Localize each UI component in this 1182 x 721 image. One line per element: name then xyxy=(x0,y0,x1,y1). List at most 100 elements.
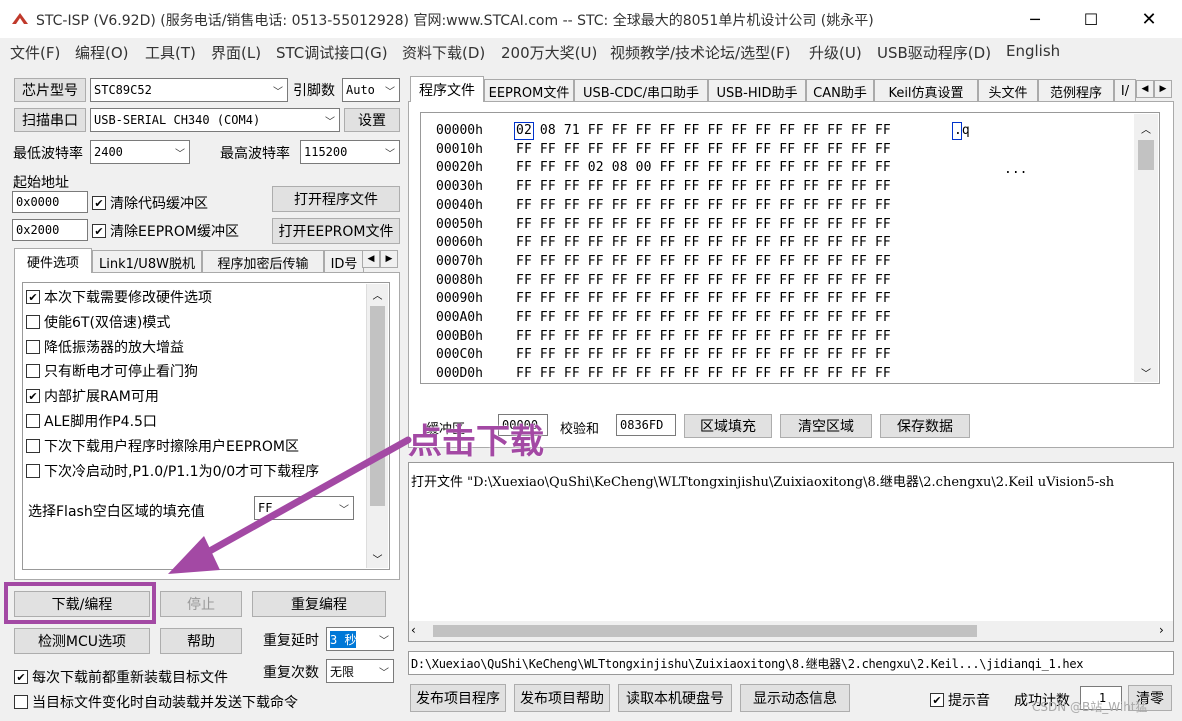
scan-port-button[interactable]: 扫描串口 xyxy=(14,108,86,132)
clear-area-button[interactable]: 清空区域 xyxy=(780,414,872,438)
auto-load-checkbox[interactable]: 当目标文件变化时自动装载并发送下载命令 xyxy=(14,692,298,712)
tab-id[interactable]: ID号 xyxy=(324,250,364,273)
address-input-2[interactable]: 0x2000 xyxy=(12,219,88,241)
scroll-thumb[interactable] xyxy=(1138,140,1154,170)
clear-eeprom-checkbox[interactable]: ✔ 清除EEPROM缓冲区 xyxy=(92,221,239,241)
hw-option[interactable]: 使能6T(双倍速)模式 xyxy=(26,312,170,332)
beep-checkbox[interactable]: ✔ 提示音 xyxy=(930,690,990,710)
minimize-button[interactable]: ─ xyxy=(1020,5,1050,33)
menu-usb-driver[interactable]: USB驱动程序(D) xyxy=(877,42,991,63)
tab-usb-hid[interactable]: USB-HID助手 xyxy=(708,79,806,102)
hex-scrollbar[interactable]: ︿ ﹀ xyxy=(1134,114,1158,382)
menu-interface[interactable]: 界面(L) xyxy=(211,42,261,63)
tab-io[interactable]: I/ xyxy=(1114,79,1136,102)
min-baud-label: 最低波特率 xyxy=(13,146,83,162)
tab-can[interactable]: CAN助手 xyxy=(806,79,874,102)
scroll-up-icon[interactable]: ︿ xyxy=(367,284,388,304)
show-dynamic-info-button[interactable]: 显示动态信息 xyxy=(740,684,850,712)
fill-area-button[interactable]: 区域填充 xyxy=(684,414,772,438)
port-select[interactable]: USB-SERIAL CH340 (COM4) ﹀ xyxy=(90,108,340,132)
repeat-count-select[interactable]: 无限 ﹀ xyxy=(326,659,394,683)
pin-count-select[interactable]: Auto ﹀ xyxy=(342,78,400,102)
hex-bytes[interactable]: FF FF FF FF FF FF FF FF FF FF FF FF FF F… xyxy=(516,197,891,215)
hex-address: 00060h xyxy=(436,235,483,251)
hex-bytes[interactable]: FF FF FF FF FF FF FF FF FF FF FF FF FF F… xyxy=(516,290,891,308)
scroll-thumb[interactable] xyxy=(433,625,977,637)
repeat-delay-select[interactable]: 3 秒 ﹀ xyxy=(326,627,394,651)
hex-bytes[interactable]: FF FF FF FF FF FF FF FF FF FF FF FF FF F… xyxy=(516,346,891,364)
tab-hardware-options[interactable]: 硬件选项 xyxy=(14,248,92,273)
menu-program[interactable]: 编程(O) xyxy=(75,42,129,63)
hex-bytes[interactable]: FF FF FF FF FF FF FF FF FF FF FF FF FF F… xyxy=(516,309,891,327)
open-eeprom-file-button[interactable]: 打开EEPROM文件 xyxy=(272,218,400,244)
help-button[interactable]: 帮助 xyxy=(160,628,242,654)
chip-model-button[interactable]: 芯片型号 xyxy=(14,78,86,102)
scroll-right-icon[interactable]: › xyxy=(1159,623,1164,637)
read-disk-id-button[interactable]: 读取本机硬盘号 xyxy=(618,684,732,712)
menu-downloads[interactable]: 资料下载(D) xyxy=(402,42,485,63)
checkbox-icon xyxy=(26,439,40,453)
download-program-button[interactable]: 下载/编程 xyxy=(14,591,150,617)
hex-address: 00030h xyxy=(436,179,483,195)
tab-program-file[interactable]: 程序文件 xyxy=(410,76,484,102)
tab-link1[interactable]: Link1/U8W脱机 xyxy=(92,250,202,273)
chip-model-value: STC89C52 xyxy=(94,83,152,97)
hex-bytes[interactable]: FF FF FF FF FF FF FF FF FF FF FF FF FF F… xyxy=(516,216,891,234)
maximize-button[interactable]: ☐ xyxy=(1076,5,1106,33)
tab-scroll-right-icon[interactable]: ▶ xyxy=(380,250,398,268)
min-baud-select[interactable]: 2400 ﹀ xyxy=(90,140,190,164)
hex-bytes[interactable]: FF FF FF FF FF FF FF FF FF FF FF FF FF F… xyxy=(516,141,891,159)
stop-button[interactable]: 停止 xyxy=(160,591,242,617)
tab-examples[interactable]: 范例程序 xyxy=(1038,79,1114,102)
hw-option[interactable]: 只有断电才可停止看门狗 xyxy=(26,361,198,381)
hex-bytes[interactable]: 02 08 71 FF FF FF FF FF FF FF FF FF FF F… xyxy=(516,122,891,140)
tab-scroll-left-icon[interactable]: ◀ xyxy=(1136,80,1154,98)
beep-label: 提示音 xyxy=(948,693,990,709)
reload-target-checkbox[interactable]: ✔ 每次下载前都重新装载目标文件 xyxy=(14,667,228,687)
clear-code-checkbox[interactable]: ✔ 清除代码缓冲区 xyxy=(92,193,208,213)
hex-bytes[interactable]: FF FF FF FF FF FF FF FF FF FF FF FF FF F… xyxy=(516,253,891,271)
publish-program-button[interactable]: 发布项目程序 xyxy=(410,684,506,712)
open-program-file-button[interactable]: 打开程序文件 xyxy=(272,186,400,212)
address-input-1[interactable]: 0x0000 xyxy=(12,191,88,213)
tab-eeprom-file[interactable]: EEPROM文件 xyxy=(484,79,574,102)
menu-upgrade[interactable]: 升级(U) xyxy=(809,42,862,63)
menu-video[interactable]: 视频教学/技术论坛/选型(F) xyxy=(610,42,790,63)
scroll-left-icon[interactable]: ‹ xyxy=(411,623,416,637)
publish-help-button[interactable]: 发布项目帮助 xyxy=(514,684,610,712)
reprogram-button[interactable]: 重复编程 xyxy=(252,591,386,617)
hw-option[interactable]: ✔ 内部扩展RAM可用 xyxy=(26,386,159,406)
title-bar: STC-ISP (V6.92D) (服务电话/销售电话: 0513-550129… xyxy=(0,0,1182,38)
menu-english[interactable]: English xyxy=(1006,42,1060,60)
close-button[interactable]: ✕ xyxy=(1134,5,1164,33)
menu-debug[interactable]: STC调试接口(G) xyxy=(276,42,388,63)
chip-model-select[interactable]: STC89C52 ﹀ xyxy=(90,78,288,102)
detect-mcu-button[interactable]: 检测MCU选项 xyxy=(14,628,150,654)
settings-button[interactable]: 设置 xyxy=(344,108,400,132)
hex-bytes[interactable]: FF FF FF FF FF FF FF FF FF FF FF FF FF F… xyxy=(516,365,891,383)
hex-address: 000C0h xyxy=(436,347,483,363)
scroll-up-icon[interactable]: ︿ xyxy=(1134,118,1158,138)
hex-bytes[interactable]: FF FF FF FF FF FF FF FF FF FF FF FF FF F… xyxy=(516,234,891,252)
tab-scroll-left-icon[interactable]: ◀ xyxy=(362,250,380,268)
hex-bytes[interactable]: FF FF FF FF FF FF FF FF FF FF FF FF FF F… xyxy=(516,328,891,346)
tab-encrypted[interactable]: 程序加密后传输 xyxy=(202,250,324,273)
log-area[interactable]: 打开文件 "D:\Xuexiao\QuShi\KeCheng\WLTtongxi… xyxy=(408,462,1174,642)
save-data-button[interactable]: 保存数据 xyxy=(880,414,970,438)
hex-bytes[interactable]: FF FF FF FF FF FF FF FF FF FF FF FF FF F… xyxy=(516,178,891,196)
menu-file[interactable]: 文件(F) xyxy=(10,42,60,63)
tab-header-file[interactable]: 头文件 xyxy=(978,79,1038,102)
hex-bytes[interactable]: FF FF FF FF FF FF FF FF FF FF FF FF FF F… xyxy=(516,272,891,290)
scroll-down-icon[interactable]: ﹀ xyxy=(1134,362,1158,382)
hw-option[interactable]: 降低振荡器的放大增益 xyxy=(26,337,184,357)
hex-bytes[interactable]: FF FF FF 02 08 00 FF FF FF FF FF FF FF F… xyxy=(516,159,891,177)
menu-tools[interactable]: 工具(T) xyxy=(145,42,196,63)
hw-option[interactable]: ✔ 本次下载需要修改硬件选项 xyxy=(26,287,212,307)
menu-award[interactable]: 200万大奖(U) xyxy=(501,42,597,63)
hw-option[interactable]: ALE脚用作P4.5口 xyxy=(26,411,157,431)
tab-scroll-right-icon[interactable]: ▶ xyxy=(1154,80,1172,98)
tab-usb-cdc[interactable]: USB-CDC/串口助手 xyxy=(574,79,708,102)
log-hscrollbar[interactable]: ‹ › xyxy=(409,621,1173,641)
tab-keil[interactable]: Keil仿真设置 xyxy=(874,79,978,102)
max-baud-select[interactable]: 115200 ﹀ xyxy=(300,140,400,164)
